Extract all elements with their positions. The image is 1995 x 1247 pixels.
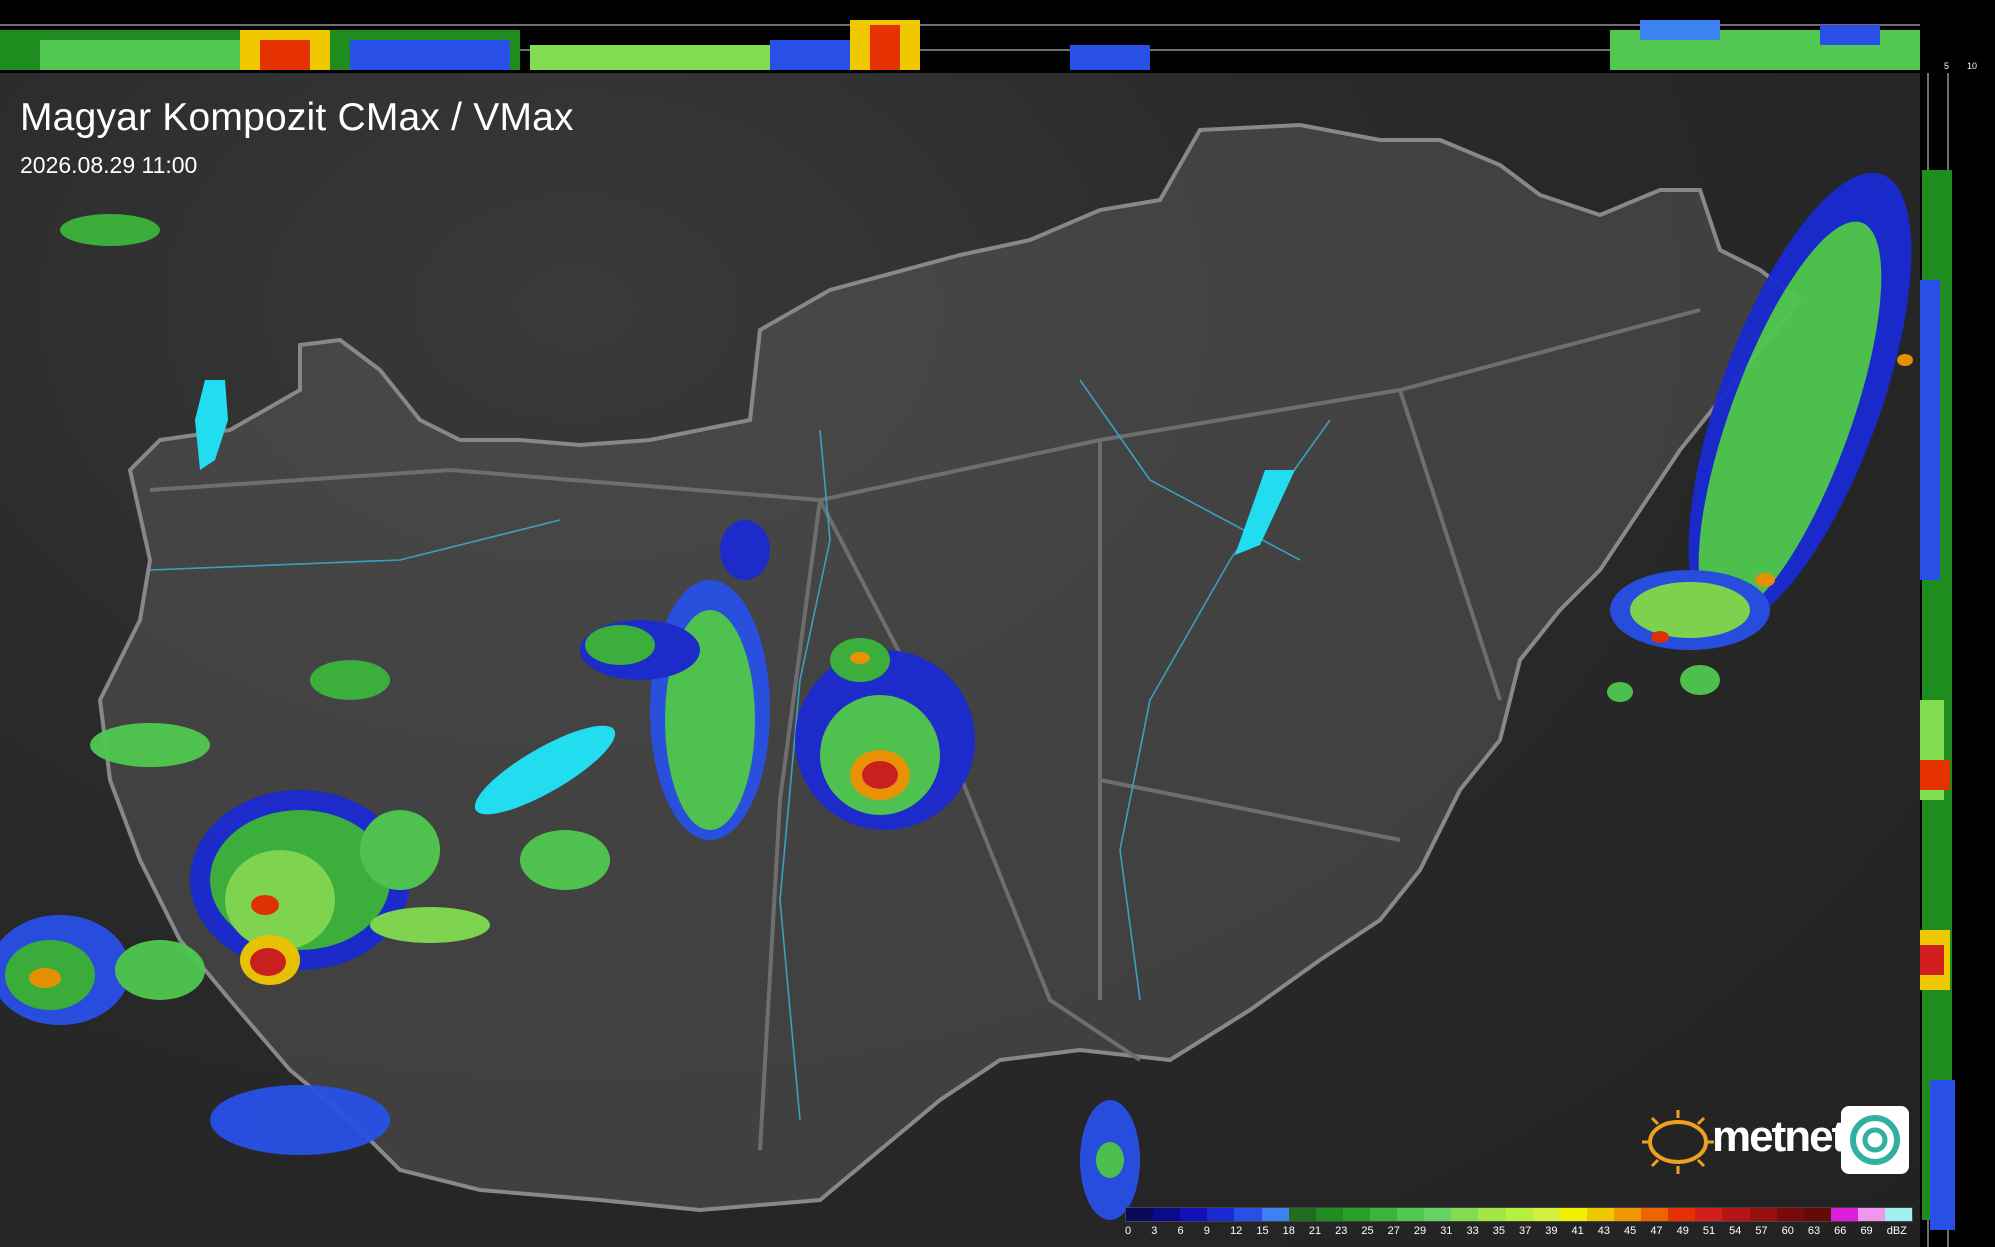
legend-swatch xyxy=(1505,1208,1533,1221)
legend-swatch xyxy=(1613,1208,1642,1221)
legend-swatch xyxy=(1126,1208,1154,1221)
legend-swatch xyxy=(1180,1208,1208,1221)
legend-label: 37 xyxy=(1518,1225,1532,1237)
legend-swatch xyxy=(1532,1208,1560,1221)
legend-swatch xyxy=(1668,1208,1696,1221)
legend-swatch xyxy=(1776,1208,1804,1221)
metnet-logo: metnet xyxy=(1638,1106,1909,1178)
legend-swatch xyxy=(1288,1208,1316,1221)
legend-label: 0 xyxy=(1125,1225,1132,1237)
legend-swatch xyxy=(1695,1208,1723,1221)
legend-label: 43 xyxy=(1597,1225,1611,1237)
legend-swatch xyxy=(1207,1208,1235,1221)
legend-swatch xyxy=(1153,1208,1181,1221)
top-profile-strip: 10 5 xyxy=(0,0,1920,73)
sun-icon xyxy=(1642,1110,1714,1174)
radar-map: Magyar Kompozit CMax / VMax 2026.08.29 1… xyxy=(0,73,1920,1247)
legend-swatch xyxy=(1722,1208,1750,1221)
legend-swatch xyxy=(1559,1208,1587,1221)
map-title: Magyar Kompozit CMax / VMax xyxy=(20,96,574,139)
legend-label: 63 xyxy=(1807,1225,1821,1237)
legend-label: 31 xyxy=(1440,1225,1453,1237)
right-tick-10: 10 xyxy=(1967,61,1978,71)
legend-labels: 0 3 6 9 12 15 18 21 23 25 27 29 31 33 35 37 39 41 43 45 47 49… xyxy=(1125,1225,1913,1237)
legend-swatch xyxy=(1641,1208,1669,1221)
swirl-logo-icon xyxy=(1841,1106,1909,1174)
legend-label: 66 xyxy=(1834,1225,1847,1237)
legend-label: 25 xyxy=(1361,1225,1374,1237)
legend-label: 21 xyxy=(1308,1225,1322,1237)
legend-label: 47 xyxy=(1650,1225,1663,1237)
legend-swatch xyxy=(1315,1208,1343,1221)
legend-swatch xyxy=(1749,1208,1777,1221)
legend-label: 27 xyxy=(1387,1225,1400,1237)
legend-label: 29 xyxy=(1413,1225,1427,1237)
legend-label: 41 xyxy=(1571,1225,1584,1237)
right-tick-5: 5 xyxy=(1944,61,1950,71)
legend-label: 23 xyxy=(1335,1225,1348,1237)
legend-swatch xyxy=(1342,1208,1370,1221)
legend-swatch xyxy=(1369,1208,1398,1221)
legend-label: 54 xyxy=(1729,1225,1742,1237)
legend-label: 18 xyxy=(1282,1225,1295,1237)
legend-label: 35 xyxy=(1492,1225,1505,1237)
legend-unit: dBZ xyxy=(1886,1225,1907,1237)
legend-label: 15 xyxy=(1256,1225,1269,1237)
legend-label: 57 xyxy=(1755,1225,1768,1237)
legend-swatch xyxy=(1478,1208,1506,1221)
legend-label: 60 xyxy=(1781,1225,1794,1237)
legend-label: 49 xyxy=(1676,1225,1689,1237)
legend-label: 69 xyxy=(1860,1225,1873,1237)
legend-label: 39 xyxy=(1545,1225,1558,1237)
legend-swatch xyxy=(1424,1208,1452,1221)
legend-swatch xyxy=(1803,1208,1831,1221)
legend-label: 51 xyxy=(1702,1225,1716,1237)
legend-label: 33 xyxy=(1466,1225,1479,1237)
legend-swatch xyxy=(1857,1208,1886,1221)
brand-name: metnet xyxy=(1712,1112,1846,1161)
right-profile-strip: 5 10 xyxy=(1920,0,1995,1247)
legend-color-bar xyxy=(1125,1207,1913,1222)
dbz-legend: 0 3 6 9 12 15 18 21 23 25 27 29 31 33 35 37 39 41 43 45 47 49… xyxy=(1125,1207,1913,1247)
legend-swatch xyxy=(1451,1208,1479,1221)
legend-swatch xyxy=(1261,1208,1289,1221)
legend-label: 45 xyxy=(1624,1225,1637,1237)
legend-swatch xyxy=(1885,1208,1913,1221)
legend-swatch xyxy=(1234,1208,1262,1221)
legend-label: 3 xyxy=(1151,1225,1158,1237)
legend-label: 9 xyxy=(1203,1225,1210,1237)
map-timestamp: 2026.08.29 11:00 xyxy=(20,152,198,178)
legend-label: 6 xyxy=(1177,1225,1184,1237)
legend-label: 12 xyxy=(1230,1225,1243,1237)
legend-swatch xyxy=(1397,1208,1425,1221)
legend-swatch xyxy=(1830,1208,1858,1221)
legend-swatch xyxy=(1586,1208,1614,1221)
